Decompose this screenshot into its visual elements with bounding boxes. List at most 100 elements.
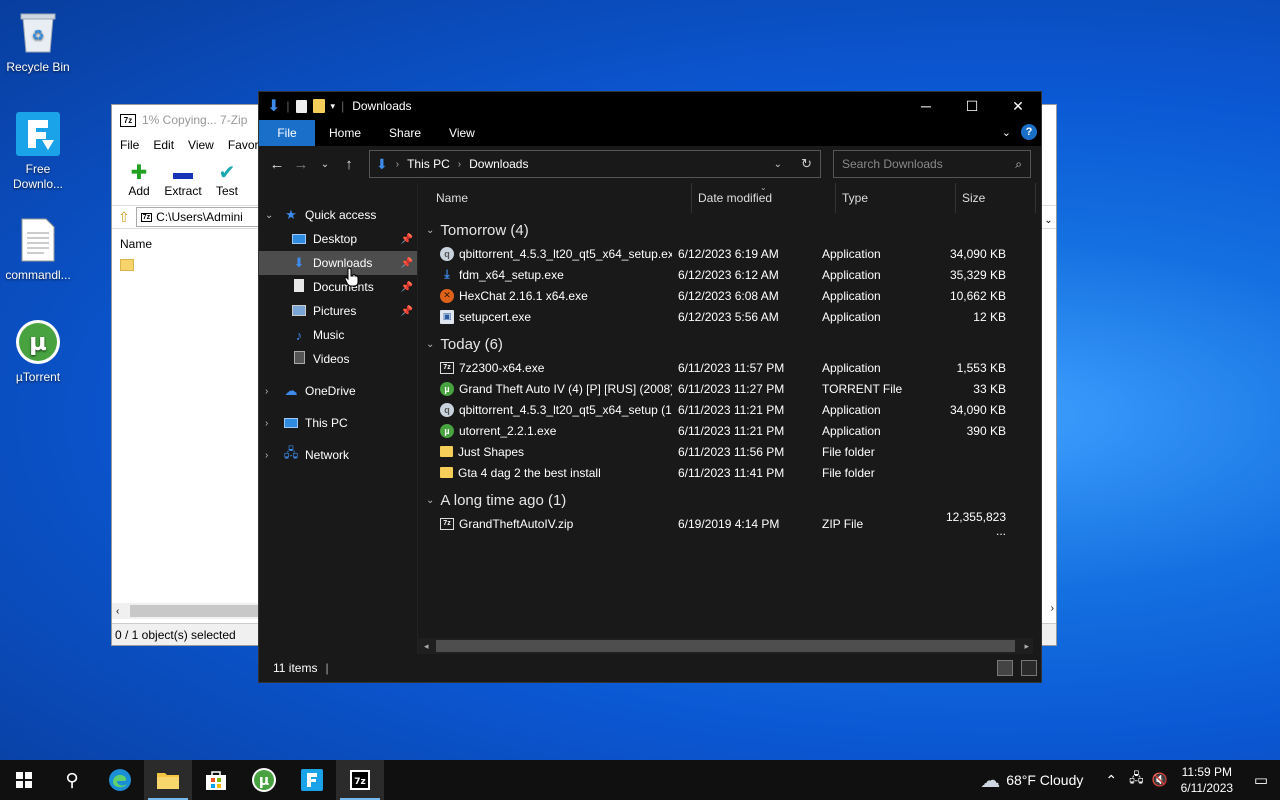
- folder-up-icon[interactable]: ⇧: [118, 209, 130, 226]
- network-icon[interactable]: 🖧: [1125, 769, 1148, 791]
- collapse-icon[interactable]: ⌄: [265, 210, 273, 221]
- file-row[interactable]: 7z 7z2300-x64.exe 6/11/2023 11:57 PM Appl…: [418, 357, 1041, 378]
- file-row[interactable]: Just Shapes 6/11/2023 11:56 PM File fold…: [418, 441, 1041, 462]
- breadcrumb-downloads[interactable]: Downloads: [469, 157, 528, 171]
- desktop-icon-recycle-bin[interactable]: ♻ Recycle Bin: [0, 8, 76, 75]
- horizontal-scrollbar[interactable]: ◂ ▸: [418, 638, 1033, 654]
- nav-videos[interactable]: Videos: [259, 347, 417, 371]
- breadcrumb-chevron-icon[interactable]: ›: [396, 159, 399, 170]
- scroll-left-icon[interactable]: ◂: [418, 641, 429, 652]
- 7zip-menu-file[interactable]: File: [120, 138, 139, 152]
- refresh-icon[interactable]: ↻: [801, 156, 812, 172]
- chevron-down-icon[interactable]: ⌄: [1040, 209, 1056, 231]
- scroll-right-icon[interactable]: ›: [1051, 603, 1054, 614]
- collapse-icon[interactable]: ⌄: [426, 339, 434, 350]
- back-arrow-icon[interactable]: ←: [265, 156, 289, 173]
- breadcrumb-this-pc[interactable]: This PC: [407, 157, 450, 171]
- collapse-icon[interactable]: ⌄: [426, 495, 434, 506]
- column-size[interactable]: Size: [956, 183, 1036, 213]
- taskbar-utorrent[interactable]: µ: [240, 760, 288, 800]
- nav-quick-access[interactable]: ⌄ ★ Quick access: [259, 203, 417, 227]
- group-header-today[interactable]: ⌄ Today (6): [418, 331, 1041, 357]
- nav-network[interactable]: › 🖧 Network: [259, 443, 417, 467]
- nav-onedrive[interactable]: › ☁ OneDrive: [259, 379, 417, 403]
- 7zip-horizontal-scrollbar[interactable]: ‹: [112, 603, 258, 619]
- minimize-icon[interactable]: ─: [903, 92, 949, 120]
- desktop-icon-commandline[interactable]: commandl...: [0, 216, 76, 283]
- recent-locations-icon[interactable]: ⌄: [313, 159, 337, 170]
- folder-icon[interactable]: [120, 259, 134, 271]
- taskbar-file-explorer[interactable]: [144, 760, 192, 800]
- large-icons-view-icon[interactable]: [1021, 660, 1037, 676]
- close-icon[interactable]: ✕: [995, 92, 1041, 120]
- taskbar-7zip[interactable]: 7z: [336, 760, 384, 800]
- taskbar-edge[interactable]: [96, 760, 144, 800]
- pin-icon[interactable]: 📌: [401, 282, 413, 293]
- expand-icon[interactable]: ›: [265, 450, 268, 461]
- start-button[interactable]: [0, 760, 48, 800]
- file-row[interactable]: q qbittorrent_4.5.3_lt20_qt5_x64_setup (1…: [418, 399, 1041, 420]
- 7zip-menu-edit[interactable]: Edit: [153, 138, 174, 152]
- file-row[interactable]: ⤓ fdm_x64_setup.exe 6/12/2023 6:12 AM App…: [418, 264, 1041, 285]
- scroll-left-icon[interactable]: ‹: [112, 606, 119, 617]
- 7zip-menu-favorites[interactable]: Favori: [228, 138, 261, 152]
- file-row[interactable]: 7z GrandTheftAutoIV.zip 6/19/2019 4:14 PM…: [418, 510, 1041, 538]
- file-row[interactable]: ▣ setupcert.exe 6/12/2023 5:56 AM Applica…: [418, 306, 1041, 327]
- desktop-icon-fdm[interactable]: Free Downlo...: [0, 110, 76, 192]
- pin-icon[interactable]: 📌: [401, 258, 413, 269]
- clock[interactable]: 11:59 PM 6/11/2023: [1172, 764, 1242, 796]
- file-list[interactable]: Name Date modified Type Size ⌄ ⌄ Tomorrow…: [417, 183, 1041, 654]
- weather-widget[interactable]: ☁ 68°F Cloudy: [980, 768, 1097, 793]
- expand-icon[interactable]: ›: [265, 418, 268, 429]
- file-row[interactable]: Gta 4 dag 2 the best install 6/11/2023 1…: [418, 462, 1041, 483]
- 7zip-extract-button[interactable]: ▬ Extract: [164, 162, 201, 198]
- details-view-icon[interactable]: [997, 660, 1013, 676]
- nav-documents[interactable]: Documents 📌: [259, 275, 417, 299]
- 7zip-add-button[interactable]: ✚ Add: [122, 162, 156, 198]
- file-row[interactable]: µ utorrent_2.2.1.exe 6/11/2023 11:21 PM A…: [418, 420, 1041, 441]
- 7zip-path-input[interactable]: 7z C:\Users\Admini: [135, 207, 266, 227]
- breadcrumb-chevron-icon[interactable]: ›: [458, 159, 461, 170]
- volume-muted-icon[interactable]: 🔇: [1148, 772, 1172, 788]
- nav-this-pc[interactable]: › This PC: [259, 411, 417, 435]
- column-name[interactable]: Name: [418, 183, 692, 213]
- notification-icon[interactable]: ▭: [1242, 771, 1280, 789]
- pin-icon[interactable]: 📌: [401, 306, 413, 317]
- file-row[interactable]: µ Grand Theft Auto IV (4) [P] [RUS] (2008…: [418, 378, 1041, 399]
- nav-desktop[interactable]: Desktop 📌: [259, 227, 417, 251]
- desktop-icon-utorrent[interactable]: µ µTorrent: [0, 318, 76, 385]
- tab-file[interactable]: File: [259, 120, 315, 146]
- nav-downloads[interactable]: ⬇ Downloads 📌: [259, 251, 417, 275]
- properties-icon[interactable]: [295, 99, 307, 113]
- taskbar-store[interactable]: [192, 760, 240, 800]
- file-row[interactable]: ✕ HexChat 2.16.1 x64.exe 6/12/2023 6:08 A…: [418, 285, 1041, 306]
- expand-ribbon-icon[interactable]: ⌄: [1002, 126, 1011, 139]
- scrollbar-thumb[interactable]: [436, 640, 1015, 652]
- group-header-tomorrow[interactable]: ⌄ Tomorrow (4): [418, 217, 1041, 243]
- explorer-window[interactable]: ⬇ | ▾ | Downloads ─ ☐ ✕ File Home Share …: [258, 91, 1042, 683]
- search-input[interactable]: Search Downloads ⌕: [833, 150, 1031, 178]
- taskbar-fdm[interactable]: [288, 760, 336, 800]
- tab-home[interactable]: Home: [315, 120, 375, 146]
- help-icon[interactable]: ?: [1021, 124, 1037, 140]
- search-button[interactable]: ⚲: [48, 760, 96, 800]
- pin-icon[interactable]: 📌: [401, 234, 413, 245]
- chevron-down-icon[interactable]: ⌄: [774, 159, 782, 170]
- tab-view[interactable]: View: [435, 120, 489, 146]
- chevron-up-icon[interactable]: ⌃: [1097, 772, 1125, 789]
- file-row[interactable]: q qbittorrent_4.5.3_lt20_qt5_x64_setup.ex…: [418, 243, 1041, 264]
- maximize-icon[interactable]: ☐: [949, 92, 995, 120]
- column-type[interactable]: Type: [836, 183, 956, 213]
- 7zip-menu-view[interactable]: View: [188, 138, 214, 152]
- tab-share[interactable]: Share: [375, 120, 435, 146]
- new-folder-icon[interactable]: [312, 99, 325, 113]
- address-bar[interactable]: ⬇ › This PC › Downloads ⌄ ↻: [369, 150, 821, 178]
- scrollbar-thumb[interactable]: [130, 605, 258, 617]
- up-arrow-icon[interactable]: ↑: [337, 156, 361, 173]
- nav-music[interactable]: ♪ Music: [259, 323, 417, 347]
- nav-pictures[interactable]: Pictures 📌: [259, 299, 417, 323]
- collapse-icon[interactable]: ⌄: [426, 225, 434, 236]
- 7zip-test-button[interactable]: ✔ Test: [210, 162, 244, 198]
- forward-arrow-icon[interactable]: →: [289, 156, 313, 173]
- explorer-titlebar[interactable]: ⬇ | ▾ | Downloads ─ ☐ ✕: [259, 92, 1041, 120]
